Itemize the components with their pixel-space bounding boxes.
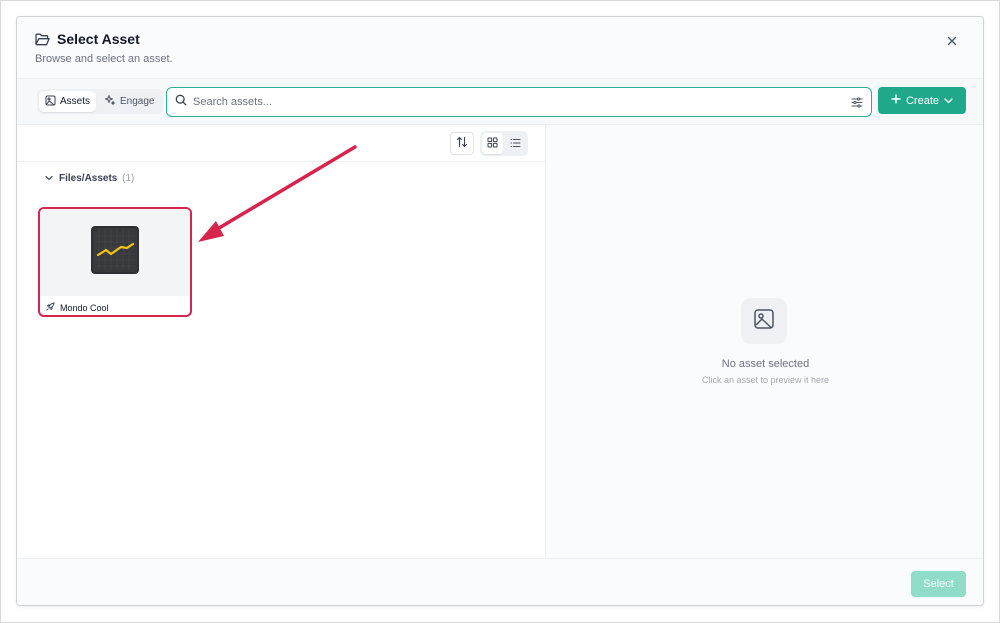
close-button[interactable] [943,33,961,51]
select-asset-dialog: Select Asset Browse and select an asset. [16,16,984,606]
search-input[interactable] [193,96,851,108]
asset-thumbnail [40,209,190,296]
dialog-header: Select Asset Browse and select an asset. [17,17,983,79]
dialog-title-row: Select Asset [35,31,140,47]
close-icon [947,33,957,51]
asset-preview-pane: No asset selected Click an asset to prev… [546,125,983,558]
chevron-down-icon [45,173,53,184]
sort-arrows-icon [456,135,468,153]
view-mode-toggle [480,131,528,156]
grid-icon [487,135,498,153]
empty-preview-title: No asset selected [721,358,810,370]
plus-icon [891,94,901,107]
activity-monitor-icon [91,226,139,279]
tab-engage[interactable]: Engage [98,91,160,112]
tab-assets-label: Assets [60,96,91,107]
sort-button[interactable] [450,132,474,155]
source-tabs: Assets Engage [37,89,163,114]
folder-header[interactable]: Files/Assets (1) [45,173,134,184]
asset-name: Mondo Cool [60,302,109,313]
create-button[interactable]: Create [878,87,966,114]
asset-toolbar: Assets Engage Search assets... Create [17,79,983,125]
tab-engage-label: Engage [120,96,155,107]
dialog-footer: Select [17,558,983,605]
search-icon [175,93,187,111]
grid-view-button[interactable] [482,133,503,154]
asset-browser: Files/Assets (1) Mondo Cool [17,125,546,558]
folder-open-icon [35,33,50,46]
chevron-down-icon [944,95,953,107]
tab-assets[interactable]: Assets [39,91,97,112]
dialog-subtitle: Browse and select an asset. [35,53,173,65]
folder-count: (1) [122,173,135,184]
folder-name: Files/Assets [59,173,118,184]
select-button[interactable]: Select [911,571,966,597]
asset-card[interactable]: Mondo Cool [38,207,192,317]
list-view-button[interactable] [505,133,526,154]
filter-sliders-icon[interactable] [851,96,863,108]
asset-card-label: Mondo Cool [46,302,109,313]
list-icon [510,135,521,153]
rocket-icon [46,302,55,313]
empty-preview-badge [741,298,787,344]
dialog-title: Select Asset [57,31,140,47]
sparkles-icon [104,94,116,109]
search-box [166,87,872,117]
create-button-label: Create [905,94,940,107]
image-icon [45,95,56,109]
empty-preview-subtitle: Click an asset to preview it here [701,375,830,385]
view-options-bar [17,125,545,162]
image-icon [753,308,775,335]
